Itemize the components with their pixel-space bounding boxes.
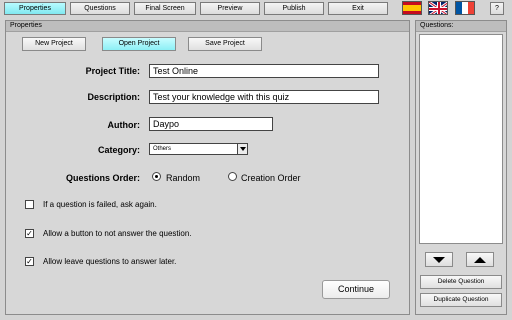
category-value: Others [153,146,172,152]
order-creation-radio[interactable] [228,172,237,181]
uk-flag-icon[interactable] [428,1,448,15]
properties-panel-title: Properties [6,21,409,32]
ask-again-checkbox[interactable] [25,200,34,209]
tab-questions[interactable]: Questions [70,2,130,15]
top-toolbar: Properties Questions Final Screen Previe… [0,0,512,18]
skip-button-checkbox[interactable]: ✓ [25,229,34,238]
project-title-input[interactable]: Test Online [149,64,379,78]
spanish-flag-icon[interactable] [402,1,422,15]
tab-properties[interactable]: Properties [4,2,66,15]
category-label: Category: [97,145,140,155]
new-project-button[interactable]: New Project [22,37,86,51]
move-up-button[interactable] [466,252,494,267]
description-input[interactable]: Test your knowledge with this quiz [149,90,379,104]
chevron-down-icon[interactable] [237,144,247,154]
author-label: Author: [107,120,141,130]
order-random-radio[interactable] [152,172,161,181]
help-button[interactable]: ? [490,2,504,15]
save-project-button[interactable]: Save Project [188,37,262,51]
leave-later-label: Allow leave questions to answer later. [43,257,177,266]
continue-button[interactable]: Continue [322,280,390,299]
questions-list[interactable] [419,34,503,244]
open-project-button[interactable]: Open Project [102,37,176,51]
tab-preview[interactable]: Preview [200,2,260,15]
description-label: Description: [87,92,140,102]
tab-publish[interactable]: Publish [264,2,324,15]
order-creation-label: Creation Order [241,173,301,183]
leave-later-checkbox[interactable]: ✓ [25,257,34,266]
delete-question-button[interactable]: Delete Question [420,275,502,289]
questions-panel-title: Questions: [416,21,506,32]
order-random-label: Random [166,173,201,183]
duplicate-question-button[interactable]: Duplicate Question [420,293,502,307]
move-down-button[interactable] [425,252,453,267]
exit-button[interactable]: Exit [328,2,388,15]
project-title-label: Project Title: [85,66,140,76]
french-flag-icon[interactable] [455,1,475,15]
author-input[interactable]: Daypo [149,117,273,131]
ask-again-label: If a question is failed, ask again. [43,200,157,209]
category-select[interactable]: Others [149,143,248,155]
tab-final-screen[interactable]: Final Screen [134,2,196,15]
questions-order-label: Questions Order: [65,173,140,183]
skip-button-label: Allow a button to not answer the questio… [43,229,192,238]
